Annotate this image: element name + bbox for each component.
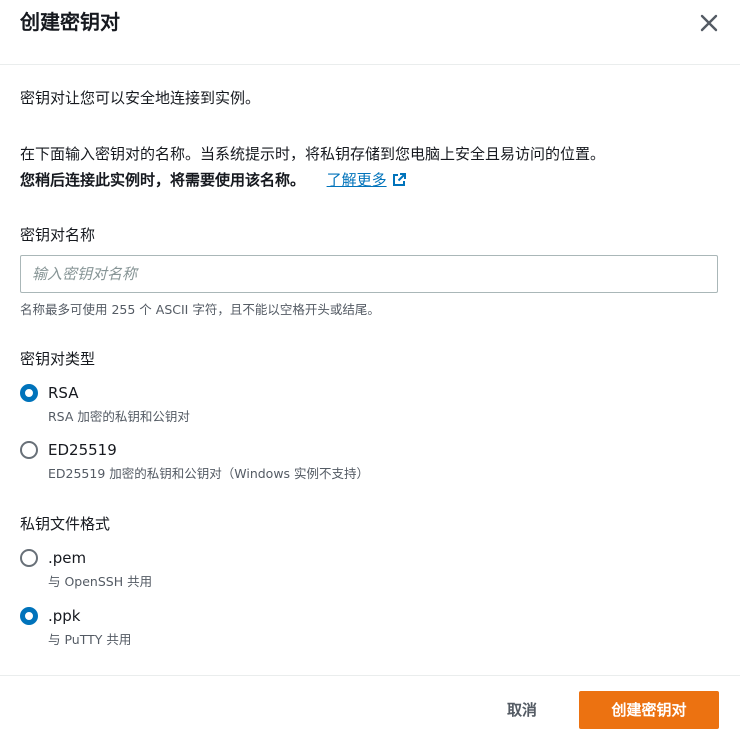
- close-icon: [700, 14, 718, 32]
- radio-button-pem[interactable]: [20, 549, 38, 567]
- key-pair-name-input[interactable]: [20, 255, 718, 293]
- close-button[interactable]: [696, 10, 722, 36]
- radio-label-pem: .pem: [48, 549, 87, 567]
- radio-label-rsa: RSA: [48, 384, 79, 402]
- radio-desc-rsa: RSA 加密的私钥和公钥对: [48, 409, 190, 424]
- dialog-title: 创建密钥对: [20, 10, 120, 34]
- radio-label-ed25519: ED25519: [48, 441, 117, 459]
- create-key-pair-dialog: 创建密钥对 密钥对让您可以安全地连接到实例。 在下面输入密钥对的名称。当系统提示…: [0, 0, 740, 742]
- create-key-pair-button[interactable]: 创建密钥对: [579, 691, 719, 729]
- dialog-footer: 取消 创建密钥对: [0, 675, 740, 743]
- instruction-text: 在下面输入密钥对的名称。当系统提示时，将私钥存储到您电脑上安全且易访问的位置。: [20, 145, 606, 163]
- key-pair-type-label: 密钥对类型: [20, 350, 96, 368]
- radio-label-ppk: .ppk: [48, 607, 81, 625]
- radio-desc-ppk: 与 PuTTY 共用: [48, 632, 132, 647]
- radio-desc-ed25519: ED25519 加密的私钥和公钥对（Windows 实例不支持）: [48, 466, 370, 481]
- external-link-icon[interactable]: [391, 172, 407, 188]
- radio-button-ppk[interactable]: [20, 607, 38, 625]
- key-pair-name-hint: 名称最多可使用 255 个 ASCII 字符，且不能以空格开头或结尾。: [20, 302, 380, 317]
- radio-desc-pem: 与 OpenSSH 共用: [48, 574, 153, 589]
- cancel-button[interactable]: 取消: [494, 693, 550, 727]
- dialog-header: 创建密钥对: [0, 0, 740, 65]
- instruction-line-2: 您稍后连接此实例时，将需要使用该名称。 了解更多: [20, 169, 407, 191]
- radio-button-rsa[interactable]: [20, 384, 38, 402]
- private-key-format-label: 私钥文件格式: [20, 515, 111, 533]
- radio-button-ed25519[interactable]: [20, 441, 38, 459]
- learn-more-link[interactable]: 了解更多: [327, 171, 387, 189]
- intro-text: 密钥对让您可以安全地连接到实例。: [20, 89, 261, 107]
- key-pair-name-label: 密钥对名称: [20, 226, 96, 244]
- instruction-bold-text: 您稍后连接此实例时，将需要使用该名称。: [20, 171, 306, 189]
